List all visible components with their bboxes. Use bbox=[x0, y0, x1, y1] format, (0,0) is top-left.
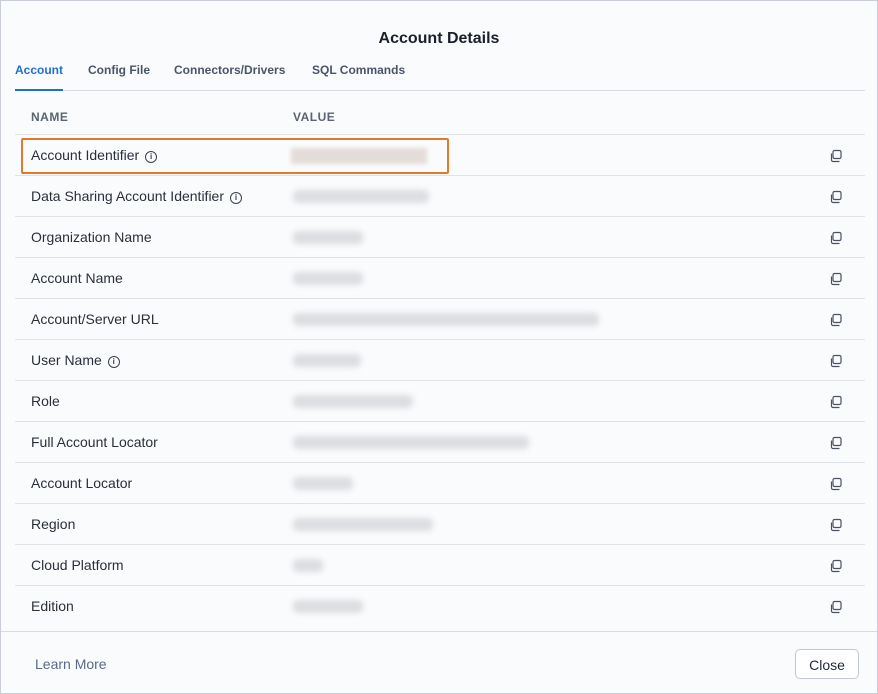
row-label-text: Data Sharing Account Identifier bbox=[31, 188, 225, 204]
redacted-value bbox=[293, 272, 363, 285]
copy-icon[interactable] bbox=[829, 477, 843, 491]
info-icon[interactable]: i bbox=[230, 192, 243, 204]
row-label-text: Full Account Locator bbox=[31, 434, 158, 450]
row-label-text: Role bbox=[31, 393, 60, 409]
learn-more-link[interactable]: Learn More bbox=[35, 656, 107, 672]
row-label: Account/Server URL bbox=[31, 311, 159, 327]
row-label: User Name i bbox=[31, 352, 120, 368]
dialog-footer: Learn More Close bbox=[1, 631, 877, 693]
row-label-text: Edition bbox=[31, 598, 74, 614]
table-row: Account Locator bbox=[15, 462, 865, 503]
account-details-dialog: Account Details Account Config File Conn… bbox=[0, 0, 878, 694]
row-label: Account Locator bbox=[31, 475, 132, 491]
row-label-text: Account/Server URL bbox=[31, 311, 159, 327]
row-label: Account Name bbox=[31, 270, 123, 286]
copy-icon[interactable] bbox=[829, 395, 843, 409]
redacted-value bbox=[293, 518, 433, 531]
row-label: Cloud Platform bbox=[31, 557, 124, 573]
row-label-text: Cloud Platform bbox=[31, 557, 124, 573]
redacted-value bbox=[293, 190, 429, 203]
account-table: Account Identifier i Data Sharing Account … bbox=[15, 134, 865, 626]
copy-icon[interactable] bbox=[829, 559, 843, 573]
info-icon[interactable]: i bbox=[107, 356, 120, 368]
close-button[interactable]: Close bbox=[795, 649, 859, 679]
row-label: Data Sharing Account Identifier i bbox=[31, 188, 243, 204]
row-label-text: User Name bbox=[31, 352, 102, 368]
tab-config-file[interactable]: Config File bbox=[88, 63, 150, 89]
copy-icon[interactable] bbox=[829, 518, 843, 532]
copy-icon[interactable] bbox=[829, 436, 843, 450]
copy-icon[interactable] bbox=[829, 190, 843, 204]
highlight-box bbox=[21, 138, 449, 174]
redacted-value bbox=[293, 477, 353, 490]
table-row: Role bbox=[15, 380, 865, 421]
table-row: Account/Server URL bbox=[15, 298, 865, 339]
row-label: Region bbox=[31, 516, 75, 532]
tab-bar: Account Config File Connectors/Drivers S… bbox=[15, 63, 865, 91]
column-header-name: NAME bbox=[31, 110, 69, 124]
row-label-text: Account Name bbox=[31, 270, 123, 286]
table-row: Account Name bbox=[15, 257, 865, 298]
row-label-text: Organization Name bbox=[31, 229, 152, 245]
redacted-value bbox=[293, 559, 323, 572]
tab-sql-commands[interactable]: SQL Commands bbox=[312, 63, 405, 89]
row-label: Role bbox=[31, 393, 60, 409]
copy-icon[interactable] bbox=[829, 600, 843, 614]
redacted-value bbox=[293, 313, 599, 326]
row-label: Edition bbox=[31, 598, 74, 614]
redacted-value bbox=[293, 436, 529, 449]
redacted-value bbox=[293, 354, 361, 367]
copy-icon[interactable] bbox=[829, 272, 843, 286]
row-label: Full Account Locator bbox=[31, 434, 158, 450]
row-label: Organization Name bbox=[31, 229, 152, 245]
tab-connectors-drivers[interactable]: Connectors/Drivers bbox=[174, 63, 285, 89]
column-header-value: VALUE bbox=[293, 110, 336, 124]
table-row: Organization Name bbox=[15, 216, 865, 257]
redacted-value bbox=[293, 231, 363, 244]
copy-icon[interactable] bbox=[829, 149, 843, 163]
copy-icon[interactable] bbox=[829, 231, 843, 245]
table-row: Region bbox=[15, 503, 865, 544]
table-row: Cloud Platform bbox=[15, 544, 865, 585]
row-label-text: Account Locator bbox=[31, 475, 133, 491]
dialog-title: Account Details bbox=[378, 30, 500, 47]
row-label-text: Region bbox=[31, 516, 76, 532]
table-row: User Name i bbox=[15, 339, 865, 380]
table-row: Full Account Locator bbox=[15, 421, 865, 462]
tab-account[interactable]: Account bbox=[15, 63, 63, 91]
table-row: Data Sharing Account Identifier i bbox=[15, 175, 865, 216]
copy-icon[interactable] bbox=[829, 313, 843, 327]
table-row: Edition bbox=[15, 585, 865, 626]
redacted-value bbox=[293, 395, 413, 408]
copy-icon[interactable] bbox=[829, 354, 843, 368]
redacted-value bbox=[293, 600, 363, 613]
